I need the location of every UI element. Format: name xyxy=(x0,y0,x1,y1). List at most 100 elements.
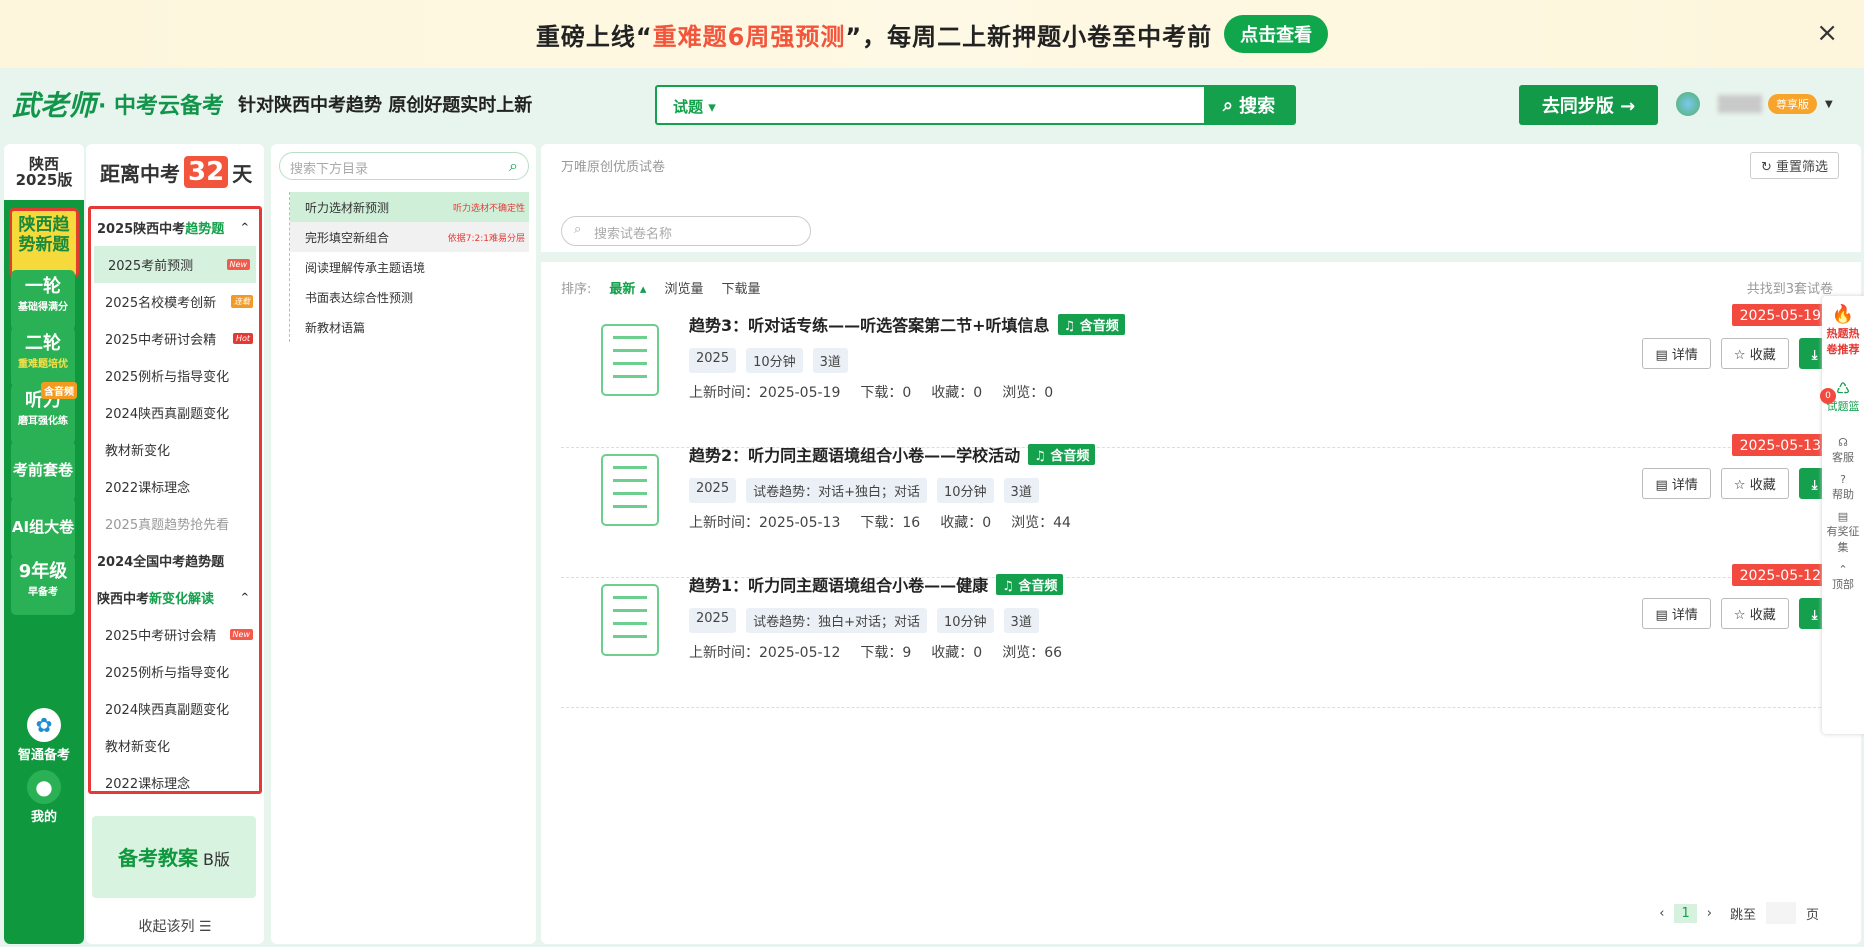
menu-item[interactable]: 2025名校模考创新 连载 xyxy=(91,283,259,320)
prev-page-icon[interactable]: ‹ xyxy=(1659,906,1664,921)
paper-title[interactable]: 趋势1：听力同主题语境组合小卷——健康 ♫ 含音频 xyxy=(689,572,1064,596)
favorite-button[interactable]: ☆ 收藏 xyxy=(1720,468,1789,499)
clipboard-icon: ▤ xyxy=(1837,510,1849,523)
nav-exam-sets[interactable]: 考前套卷 xyxy=(11,441,75,501)
menu-item[interactable]: 教材新变化 xyxy=(91,727,259,764)
directory-search-input[interactable]: 搜索下方目录 ⌕ xyxy=(279,152,529,180)
user-icon: ● xyxy=(27,770,61,804)
help-button[interactable]: ? 帮助 xyxy=(1822,469,1864,506)
pagination: ‹ 1 › 跳至 页 xyxy=(1659,902,1819,924)
menu-item[interactable]: 教材新变化 xyxy=(91,431,259,468)
star-icon: ☆ xyxy=(1733,478,1750,493)
category-column: 距离中考 32 天 2025陕西中考 趋势题 ^ 2025考前预测 New 2025名校模考创… xyxy=(86,144,264,944)
nav-listening[interactable]: 含音频 听力 磨耳强化练 xyxy=(11,382,77,444)
detail-button[interactable]: ▤ 详情 xyxy=(1642,338,1711,369)
search-button[interactable]: ⌕ 搜索 xyxy=(1204,87,1294,123)
directory-column: 搜索下方目录 ⌕ 听力选材新预测 听力选材不确定性 完形填空新组合 依据7:2:1难易分… xyxy=(271,144,536,944)
menu-item[interactable]: 2022课标理念 xyxy=(91,468,259,505)
directory-item[interactable]: 完形填空新组合 依据7:2:1难易分层 xyxy=(290,222,529,252)
paper-title[interactable]: 趋势2：听力同主题语境组合小卷——学校活动 ♫ 含音频 xyxy=(689,442,1096,466)
nav-round-two[interactable]: 二轮 重难题培优 xyxy=(11,327,75,387)
search-icon[interactable]: ⌕ xyxy=(509,156,518,176)
fire-icon: 🔥 xyxy=(1831,304,1855,325)
audio-badge: ♫ 含音频 xyxy=(1057,313,1125,335)
menu-item[interactable]: 2025例析与指导变化 xyxy=(91,357,259,394)
document-icon: ▤ xyxy=(1655,348,1672,363)
menu-item[interactable]: 2025例析与指导变化 xyxy=(91,653,259,690)
search-input[interactable] xyxy=(731,87,1204,123)
directory-item[interactable]: 新教材语篇 xyxy=(290,312,529,342)
menu-item[interactable]: 2025考前预测 New xyxy=(94,246,256,283)
menu-item[interactable]: 2025中考研讨会精 New xyxy=(91,616,259,653)
directory-item[interactable]: 听力选材新预测 听力选材不确定性 xyxy=(290,192,529,222)
sync-version-button[interactable]: 去同步版 → xyxy=(1519,85,1658,125)
menu-item[interactable]: 2025中考研讨会精 Hot xyxy=(91,320,259,357)
left-nav: 陕西 2025版 陕西趋势新题 一轮 基础得满分 二轮 重难题培优 含音频 听力 磨耳强化… xyxy=(4,144,84,944)
paper-tag: 2025 xyxy=(689,478,737,503)
nav-grade-nine[interactable]: 9年级 早备考 xyxy=(11,555,75,615)
detail-button[interactable]: ▤ 详情 xyxy=(1642,598,1711,629)
menu-item[interactable]: 2025真题趋势抢先看 xyxy=(91,505,259,542)
paper-search-input[interactable]: ⌕ 搜索试卷名称 xyxy=(561,216,811,246)
chevron-up-icon: ⌃ xyxy=(1838,563,1848,576)
paper-row[interactable]: 趋势1：听力同主题语境组合小卷——健康 ♫ 含音频 2025 试卷趋势：独白+对话；对… xyxy=(561,554,1861,708)
refresh-icon: ↻ xyxy=(1760,160,1776,175)
nav-trend-new[interactable]: 陕西趋势新题 xyxy=(9,208,79,278)
reward-button[interactable]: ▤ 有奖征集 xyxy=(1822,506,1864,559)
nav-ai-paper[interactable]: AI组大卷 xyxy=(11,498,75,558)
star-icon: ☆ xyxy=(1733,348,1750,363)
paper-tag: 10分钟 xyxy=(937,608,994,633)
avatar[interactable] xyxy=(1676,92,1700,116)
favorite-button[interactable]: ☆ 收藏 xyxy=(1720,598,1789,629)
directory-note: 依据7:2:1难易分层 xyxy=(447,233,525,244)
paper-meta: 上新时间：2025-05-13 下载：16 收藏：0 浏览：44 xyxy=(689,515,1071,531)
menu-group[interactable]: 陕西中考 新变化解读 ^ xyxy=(91,579,259,616)
banner-view-button[interactable]: 点击查看 xyxy=(1224,15,1329,53)
page-jump-input[interactable] xyxy=(1765,902,1796,924)
paper-title[interactable]: 趋势3：听对话专练——听选答案第二节+听填信息 ♫ 含音频 xyxy=(689,312,1125,336)
side-toolbar: 🔥 热题热卷推荐 ♺ 试题篮 0 ☊ 客服 ? 帮助 ▤ 有奖征集 ⌃ 顶部 xyxy=(1820,296,1864,734)
vip-badge: 尊享版 xyxy=(1768,94,1817,114)
close-icon[interactable]: × xyxy=(1816,18,1838,48)
user-menu[interactable]: 尊享版 ▼ xyxy=(1676,92,1833,116)
menu-item[interactable]: 2024陕西真副题变化 xyxy=(91,394,259,431)
directory-note: 听力选材不确定性 xyxy=(452,203,525,214)
headphones-icon: ♫ xyxy=(1002,578,1019,594)
help-icon: ? xyxy=(1840,473,1846,486)
next-page-icon[interactable]: › xyxy=(1707,906,1712,921)
audio-badge: ♫ 含音频 xyxy=(1028,443,1096,465)
paper-icon xyxy=(601,454,659,526)
chevron-up-icon[interactable]: ^ xyxy=(241,592,249,603)
logo: 武老师 xyxy=(12,89,97,122)
directory-item[interactable]: 阅读理解传承主题语境 xyxy=(290,252,529,282)
nav-smart-prep[interactable]: ✿ 智通备考 xyxy=(4,708,84,763)
favorite-button[interactable]: ☆ 收藏 xyxy=(1720,338,1789,369)
menu-group[interactable]: 2024全国中考趋势题 xyxy=(91,542,259,579)
service-button[interactable]: ☊ 客服 xyxy=(1822,432,1864,469)
promo-card[interactable]: 备考教案 B版 xyxy=(92,816,256,898)
nav-mine[interactable]: ● 我的 xyxy=(4,770,84,825)
page-number[interactable]: 1 xyxy=(1674,903,1697,923)
menu-item[interactable]: 2024陕西真副题变化 xyxy=(91,690,259,727)
menu-item[interactable]: 2022课标理念 xyxy=(91,764,259,801)
edition-label[interactable]: 陕西 2025版 xyxy=(4,144,84,200)
paper-icon xyxy=(601,584,659,656)
directory-item[interactable]: 书面表达综合性预测 xyxy=(290,282,529,312)
search-type-select[interactable]: 试题 ▾ xyxy=(657,87,732,123)
nav-round-one[interactable]: 一轮 基础得满分 xyxy=(11,270,75,330)
directory-list: 听力选材新预测 听力选材不确定性 完形填空新组合 依据7:2:1难易分层 阅读理解传承主… xyxy=(289,192,529,342)
reset-filter-button[interactable]: ↻ 重置筛选 xyxy=(1749,152,1839,179)
chevron-up-icon[interactable]: ^ xyxy=(241,222,249,233)
menu-group[interactable]: 2025陕西中考 趋势题 ^ xyxy=(91,209,259,246)
slogan: 针对陕西中考趋势 原创好题实时上新 xyxy=(238,95,533,116)
hot-recommend[interactable]: 🔥 热题热卷推荐 xyxy=(1822,296,1864,361)
detail-button[interactable]: ▤ 详情 xyxy=(1642,468,1711,499)
paper-tag: 2025 xyxy=(689,348,737,373)
audio-badge: ♫ 含音频 xyxy=(996,573,1064,595)
download-icon: ⤓ xyxy=(1811,478,1822,493)
back-to-top-button[interactable]: ⌃ 顶部 xyxy=(1822,559,1864,596)
chevron-down-icon[interactable]: ▼ xyxy=(1825,99,1833,110)
headphones-icon: ♫ xyxy=(1063,318,1080,334)
collapse-column-button[interactable]: 收起该列 ☰ xyxy=(86,916,264,936)
paper-tag: 10分钟 xyxy=(746,348,803,373)
